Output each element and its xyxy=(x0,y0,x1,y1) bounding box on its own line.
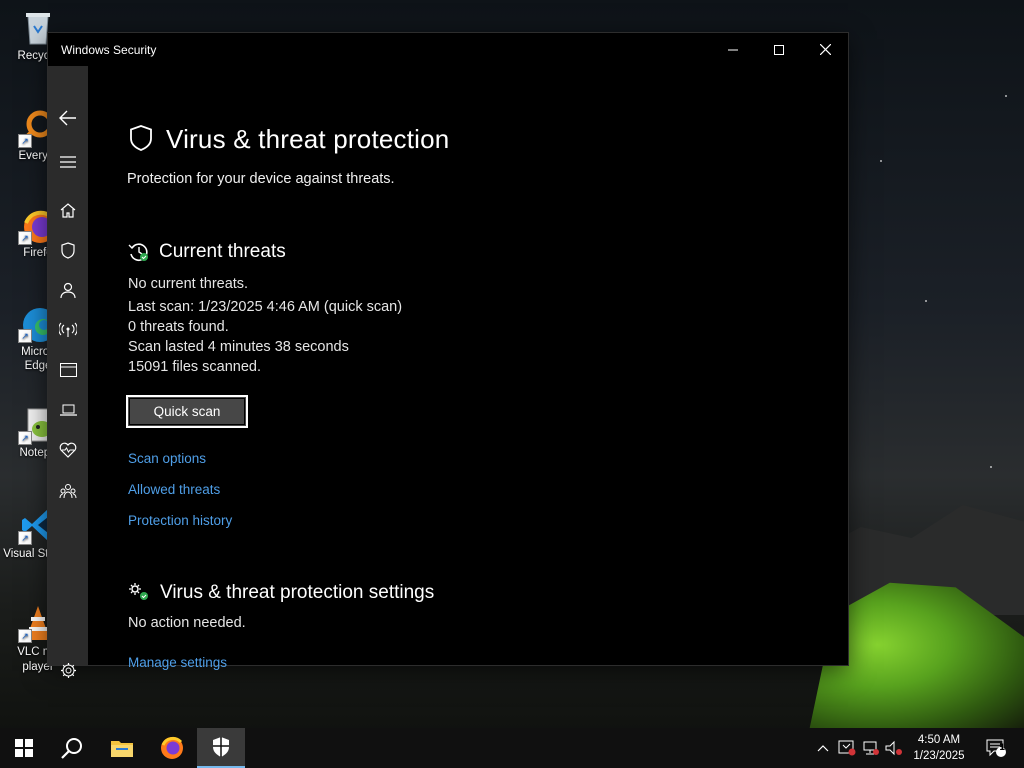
sidebar-item-device-health[interactable] xyxy=(48,433,88,467)
close-icon xyxy=(819,44,831,55)
clock-time: 4:50 AM xyxy=(917,734,961,746)
settings-gears-icon xyxy=(129,583,148,600)
shield-icon xyxy=(130,125,152,151)
windows-security-taskbar-button[interactable] xyxy=(197,728,245,768)
action-center-button[interactable]: 1 xyxy=(978,728,1014,768)
shortcut-arrow-icon: ↗ xyxy=(18,431,32,445)
sidebar-item-family-options[interactable] xyxy=(48,474,88,508)
windows-logo-icon xyxy=(15,739,33,757)
sidebar-item-account-protection[interactable] xyxy=(48,273,88,307)
system-clock[interactable]: 4:50 AM 1/23/2025 xyxy=(904,732,974,764)
shortcut-arrow-icon: ↗ xyxy=(18,531,32,545)
network-icon xyxy=(863,741,879,755)
search-button[interactable] xyxy=(48,728,96,768)
menu-button[interactable] xyxy=(48,145,88,179)
back-button[interactable] xyxy=(48,101,88,135)
wallpaper-star xyxy=(880,160,882,162)
folder-icon xyxy=(111,741,133,757)
back-arrow-icon xyxy=(59,110,76,126)
laptop-icon xyxy=(59,404,77,416)
file-explorer-button[interactable] xyxy=(98,728,146,768)
windows-security-window: Windows Security Virus & threat protecti… xyxy=(48,33,848,678)
network-antenna-icon xyxy=(59,322,77,337)
chevron-up-icon xyxy=(817,745,829,752)
sidebar xyxy=(48,66,88,678)
hamburger-icon xyxy=(60,156,76,168)
sidebar-item-device-security[interactable] xyxy=(48,393,88,427)
minimize-icon xyxy=(728,49,738,50)
tray-security-button[interactable] xyxy=(837,728,857,768)
shortcut-arrow-icon: ↗ xyxy=(18,134,32,148)
tray-network-button[interactable] xyxy=(861,728,881,768)
search-icon xyxy=(61,738,82,759)
sidebar-item-app-browser-control[interactable] xyxy=(48,353,88,387)
notification-count: 1 xyxy=(999,743,1006,753)
firefox-icon xyxy=(161,736,183,759)
wallpaper-star xyxy=(925,300,927,302)
scan-options-link[interactable]: Scan options xyxy=(128,451,206,466)
tray-volume-button[interactable] xyxy=(884,728,904,768)
wallpaper-star xyxy=(1005,95,1007,97)
shield-icon xyxy=(213,737,229,757)
gear-icon xyxy=(60,662,76,678)
history-clock-icon xyxy=(128,243,148,261)
security-warning-icon xyxy=(838,740,856,756)
page-subtitle: Protection for your device against threa… xyxy=(127,171,395,187)
person-icon xyxy=(60,282,76,298)
browser-window-icon xyxy=(59,363,77,377)
taskbar: 4:50 AM 1/23/2025 1 xyxy=(0,728,1024,768)
shield-icon xyxy=(61,241,75,259)
minimize-button[interactable] xyxy=(710,33,756,66)
wallpaper-star xyxy=(990,466,992,468)
settings-heading: Virus & threat protection settings xyxy=(160,582,435,603)
maximize-icon xyxy=(774,44,784,55)
show-hidden-icons-button[interactable] xyxy=(813,728,833,768)
start-button[interactable] xyxy=(0,728,48,768)
heart-pulse-icon xyxy=(59,442,77,458)
last-scan: Last scan: 1/23/2025 4:46 AM (quick scan… xyxy=(128,299,403,315)
shortcut-arrow-icon: ↗ xyxy=(18,329,32,343)
main-content: Virus & threat protection Protection for… xyxy=(88,66,848,670)
protection-history-link[interactable]: Protection history xyxy=(128,513,232,528)
home-icon xyxy=(60,203,76,218)
current-threats-heading: Current threats xyxy=(159,241,286,262)
manage-settings-link[interactable]: Manage settings xyxy=(128,655,227,670)
shortcut-arrow-icon: ↗ xyxy=(18,629,32,643)
sidebar-item-home[interactable] xyxy=(48,193,88,227)
title-bar[interactable]: Windows Security xyxy=(48,33,848,66)
quick-scan-button[interactable]: Quick scan xyxy=(126,395,248,428)
settings-status: No action needed. xyxy=(128,615,246,631)
firefox-taskbar-button[interactable] xyxy=(148,728,196,768)
close-button[interactable] xyxy=(802,33,848,66)
sidebar-item-virus-protection[interactable] xyxy=(48,233,88,267)
window-title: Windows Security xyxy=(61,43,157,57)
sidebar-item-firewall[interactable] xyxy=(48,313,88,347)
allowed-threats-link[interactable]: Allowed threats xyxy=(128,482,220,497)
maximize-button[interactable] xyxy=(756,33,802,66)
scan-duration: Scan lasted 4 minutes 38 seconds xyxy=(128,339,349,355)
shortcut-arrow-icon: ↗ xyxy=(18,231,32,245)
family-icon xyxy=(59,484,77,499)
clock-date: 1/23/2025 xyxy=(913,750,965,762)
page-title: Virus & threat protection xyxy=(166,124,450,154)
sidebar-item-settings[interactable] xyxy=(48,653,88,687)
volume-muted-icon xyxy=(885,740,902,756)
threat-status: No current threats. xyxy=(128,276,249,292)
threats-found: 0 threats found. xyxy=(128,319,229,335)
files-scanned: 15091 files scanned. xyxy=(128,359,262,375)
